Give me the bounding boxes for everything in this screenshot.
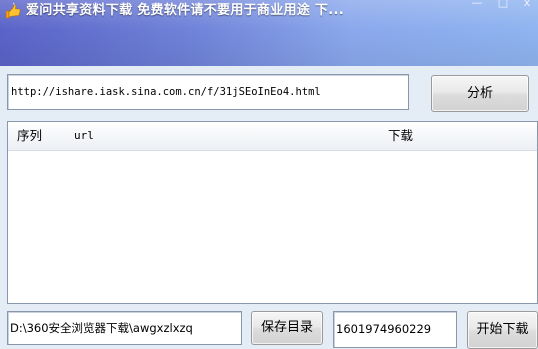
download-list[interactable]: 序列 url 下载 (7, 121, 538, 304)
minimize-button[interactable]: — (464, 0, 490, 12)
title-bar[interactable]: 爱问共享资料下载 免费软件请不要用于商业用途 下... — □ x (0, 0, 538, 66)
start-download-button[interactable]: 开始下载 (467, 311, 538, 349)
close-button[interactable]: x (516, 0, 538, 12)
url-input[interactable]: http://ishare.iask.sina.com.cn/f/31jSEoI… (7, 74, 409, 110)
list-body[interactable] (8, 151, 537, 303)
main-window: 爱问共享资料下载 免费软件请不要用于商业用途 下... — □ x http:/… (0, 0, 538, 349)
save-directory-input[interactable]: D:\360安全浏览器下载\awgxzlxzq (7, 311, 242, 345)
analyze-button[interactable]: 分析 (431, 75, 529, 112)
share-hand-icon (5, 2, 21, 19)
column-header-url[interactable]: url (74, 122, 94, 150)
column-header-download[interactable]: 下载 (388, 122, 413, 150)
window-controls: — □ x (464, 0, 538, 12)
number-input[interactable]: 1601974960229 (333, 311, 457, 348)
column-header-index[interactable]: 序列 (17, 122, 42, 150)
save-directory-button[interactable]: 保存目录 (251, 311, 323, 345)
window-title: 爱问共享资料下载 免费软件请不要用于商业用途 下... (26, 3, 344, 18)
maximize-button[interactable]: □ (490, 0, 516, 12)
list-header: 序列 url 下载 (8, 122, 537, 151)
